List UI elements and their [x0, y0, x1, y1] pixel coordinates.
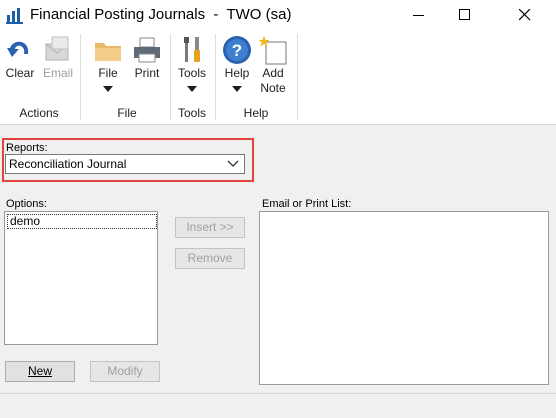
- insert-button[interactable]: Insert >>: [175, 217, 245, 238]
- email-print-listbox[interactable]: [259, 211, 549, 385]
- options-label: Options:: [6, 198, 47, 210]
- email-label: Email: [42, 66, 73, 80]
- close-window-button[interactable]: [502, 0, 548, 30]
- print-label: Print: [134, 66, 160, 80]
- add-note-label-line1: Add: [262, 66, 284, 80]
- maximize-icon: [459, 9, 470, 20]
- add-note-icon: [258, 36, 287, 65]
- title-bar: Financial Posting Journals - TWO (sa): [0, 0, 556, 30]
- print-button[interactable]: Print: [130, 34, 164, 98]
- ribbon-separator: [297, 34, 298, 120]
- close-icon: [519, 9, 531, 21]
- chevron-down-icon: [232, 86, 242, 92]
- clear-undo-icon: [7, 41, 29, 57]
- reports-dropdown[interactable]: Reconciliation Journal: [5, 154, 245, 174]
- file-menu-button[interactable]: File: [91, 34, 125, 98]
- help-label: Help: [224, 66, 250, 80]
- minimize-icon: [413, 15, 424, 16]
- add-note-label-line2: Note: [260, 81, 286, 95]
- actions-group-label: Actions: [19, 106, 59, 120]
- file-group-label: File: [117, 106, 137, 120]
- ribbon-toolbar: Clear Email Actions File Print File Tool…: [0, 30, 556, 125]
- reports-selected-value: Reconciliation Journal: [9, 157, 127, 171]
- tools-icon: [184, 37, 200, 62]
- email-icon: [45, 36, 69, 61]
- printer-icon: [134, 37, 160, 63]
- email-button[interactable]: Email: [42, 34, 74, 98]
- reports-label: Reports:: [6, 142, 48, 154]
- ribbon-separator: [80, 34, 81, 120]
- remove-button[interactable]: Remove: [175, 248, 245, 269]
- tools-label: Tools: [177, 66, 206, 80]
- modify-button[interactable]: Modify: [90, 361, 160, 382]
- divider: [0, 393, 556, 394]
- tools-group-label: Tools: [177, 106, 206, 120]
- email-print-list-label: Email or Print List:: [262, 198, 352, 210]
- maximize-button[interactable]: [442, 0, 488, 30]
- add-note-button[interactable]: Add Note: [256, 34, 290, 98]
- options-listbox[interactable]: demo: [4, 211, 158, 345]
- new-button[interactable]: New: [5, 361, 75, 382]
- clear-label: Clear: [5, 66, 35, 80]
- chevron-down-icon: [103, 86, 113, 92]
- tools-menu-button[interactable]: Tools: [175, 34, 209, 98]
- minimize-button[interactable]: [396, 0, 442, 30]
- list-item[interactable]: demo: [7, 214, 157, 229]
- app-logo-icon: [6, 8, 23, 24]
- window-title: Financial Posting Journals - TWO (sa): [30, 6, 292, 23]
- help-menu-button[interactable]: ? Help: [220, 34, 254, 98]
- help-icon: ?: [223, 36, 251, 64]
- file-label: File: [98, 66, 118, 80]
- chevron-down-icon: [187, 86, 197, 92]
- chevron-down-icon: [227, 160, 239, 167]
- clear-button[interactable]: Clear: [4, 34, 36, 98]
- help-group-label: Help: [243, 106, 269, 120]
- svg-text:?: ?: [232, 41, 242, 60]
- new-button-label: New: [27, 364, 52, 378]
- folder-icon: [95, 43, 121, 61]
